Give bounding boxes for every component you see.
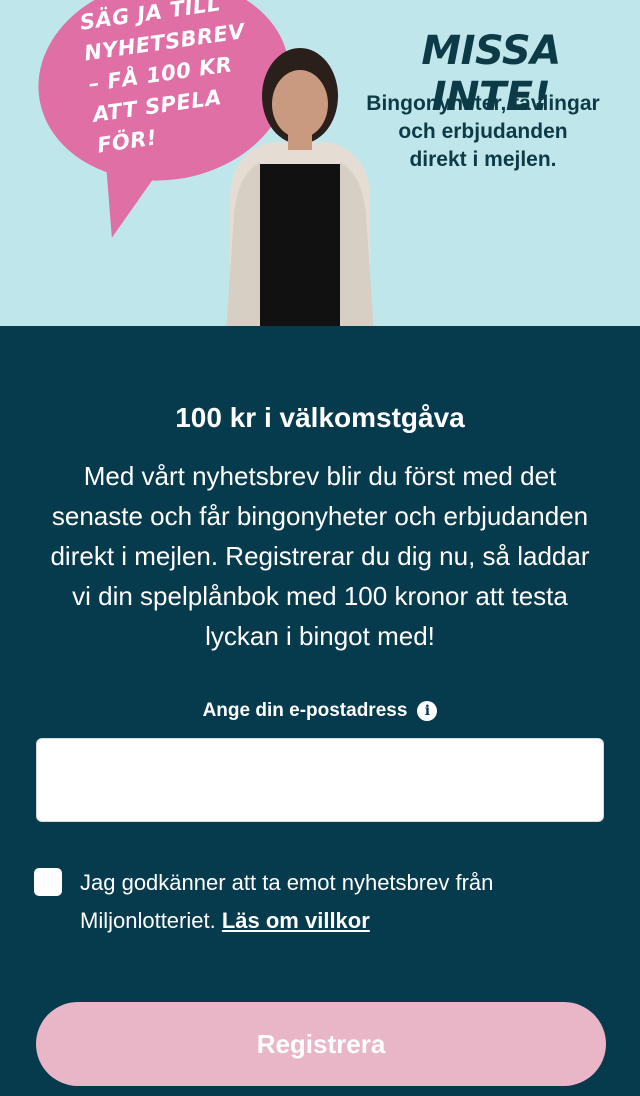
terms-link[interactable]: Läs om villkor xyxy=(222,908,370,933)
info-icon[interactable]: i xyxy=(417,701,438,721)
page-title: 100 kr i välkomstgåva xyxy=(175,402,465,433)
consent-checkbox[interactable] xyxy=(34,868,62,896)
consent-row: Jag godkänner att ta emot nyhetsbrev frå… xyxy=(34,864,600,940)
email-label-row: Ange din e-postadress i xyxy=(40,700,600,722)
signup-section: 100 kr i välkomstgåva Med vårt nyhetsbre… xyxy=(0,326,640,1086)
email-field[interactable] xyxy=(36,738,604,822)
consent-text-wrap: Jag godkänner att ta emot nyhetsbrev frå… xyxy=(80,864,600,940)
hero-banner: SÄG JA TILL NYHETSBREV – FÅ 100 KR ATT S… xyxy=(0,0,640,326)
description-text: Med vårt nyhetsbrev blir du först med de… xyxy=(50,461,590,651)
email-label: Ange din e-postadress xyxy=(202,700,408,721)
subheadline: Bingonyheter, tävlingar och erbjudanden … xyxy=(366,92,600,171)
register-button[interactable]: Registrera xyxy=(36,1002,606,1086)
